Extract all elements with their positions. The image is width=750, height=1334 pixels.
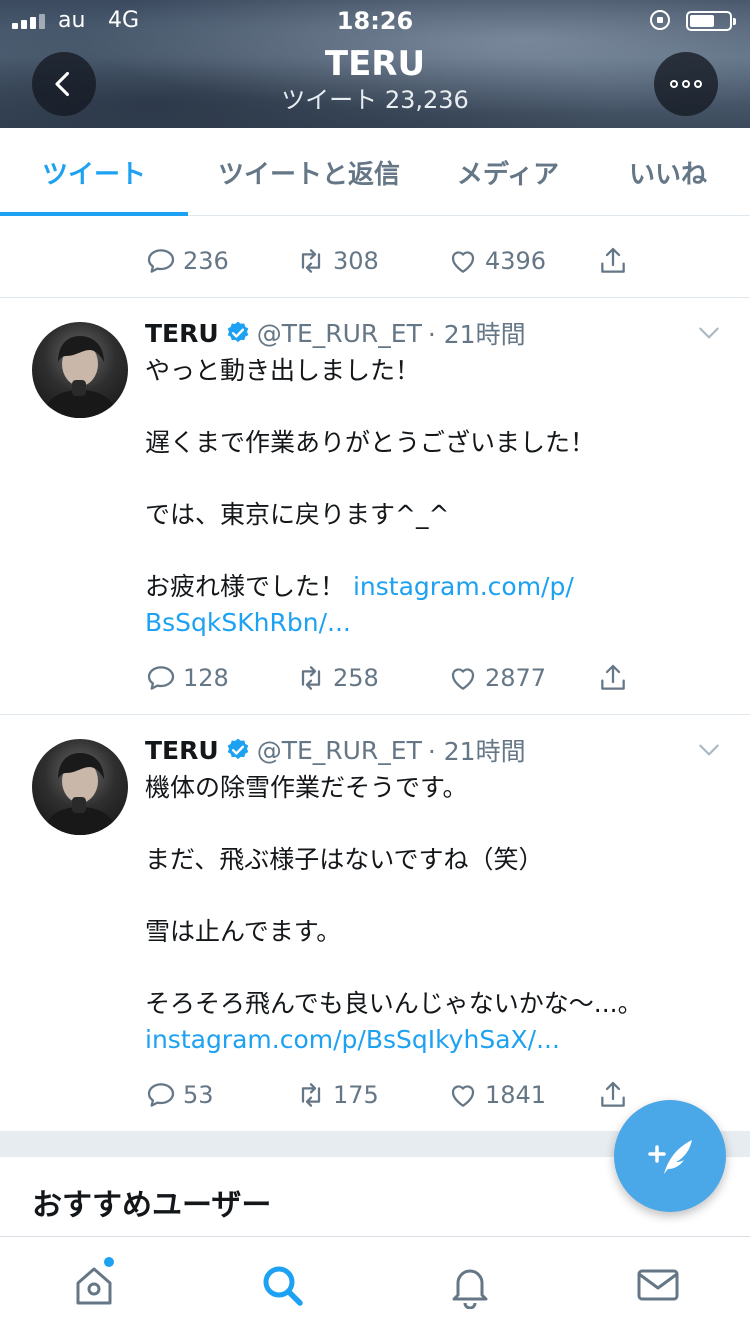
reply-icon — [147, 666, 175, 690]
bell-icon[interactable] — [446, 1261, 494, 1309]
search-icon[interactable] — [258, 1261, 306, 1309]
reply-button[interactable]: 53 — [145, 1075, 214, 1115]
retweet-count: 175 — [333, 1081, 379, 1109]
author-name[interactable]: TERU — [145, 736, 219, 765]
status-bar: au 4G 18:26 — [0, 0, 750, 40]
share-button[interactable] — [597, 1075, 635, 1115]
avatar[interactable] — [32, 739, 128, 835]
compose-tweet-button[interactable] — [614, 1100, 726, 1212]
envelope-icon[interactable] — [634, 1261, 682, 1309]
tab-media[interactable]: メディア — [430, 128, 586, 216]
avatar-image — [42, 753, 118, 835]
author-handle[interactable]: @TE_RUR_ET — [257, 736, 422, 765]
notification-dot — [104, 1257, 114, 1267]
avatar[interactable] — [32, 322, 128, 418]
verified-badge-icon — [227, 321, 248, 342]
retweet-button[interactable]: 308 — [295, 241, 379, 281]
tab-tweets-and-replies[interactable]: ツイートと返信 — [188, 128, 430, 216]
like-button[interactable]: 4396 — [447, 241, 546, 281]
tweet-actions: 236 308 4396 — [145, 241, 645, 281]
chevron-down-icon[interactable] — [696, 737, 722, 763]
share-button[interactable] — [597, 658, 635, 698]
home-icon[interactable] — [70, 1261, 118, 1309]
retweet-button[interactable]: 175 — [295, 1075, 379, 1115]
battery-icon — [686, 11, 736, 31]
heart-icon — [451, 251, 475, 273]
share-icon — [601, 1081, 625, 1107]
tweet-item[interactable]: TERU @TE_RUR_ET · 21時間 やっと動き出しました！ 遅くまで作… — [0, 298, 750, 714]
reply-count: 128 — [183, 664, 229, 692]
tweet-item[interactable]: TERU @TE_RUR_ET · 21時間 機体の除雪作業だそうです。 まだ、… — [0, 715, 750, 1131]
retweet-icon — [301, 1083, 321, 1107]
author-name[interactable]: TERU — [145, 319, 219, 348]
profile-tabs: ツイート ツイートと返信 メディア いいね — [0, 128, 750, 216]
orientation-lock-icon — [650, 10, 670, 30]
like-count: 4396 — [485, 247, 547, 275]
tweet-count: ツイート 23,236 — [281, 86, 469, 114]
status-time: 18:26 — [336, 7, 414, 35]
retweet-count: 308 — [333, 247, 379, 275]
tweet-text: 機体の除雪作業だそうです。 まだ、飛ぶ様子はないですね（笑） 雪は止んでます。 … — [145, 770, 725, 1058]
more-options-button[interactable] — [654, 52, 718, 116]
reply-count: 236 — [183, 247, 229, 275]
tweet-time: · 21時間 — [427, 320, 526, 349]
like-count: 2877 — [485, 664, 547, 692]
profile-header: au 4G 18:26 TERU ツイート 23,236 — [0, 0, 750, 128]
heart-icon — [451, 1085, 475, 1107]
tweet-header: TERU @TE_RUR_ET · 21時間 — [145, 316, 526, 350]
tweet-body: 機体の除雪作業だそうです。 まだ、飛ぶ様子はないですね（笑） 雪は止んでます。 … — [145, 773, 643, 1018]
tweet-body: やっと動き出しました！ 遅くまで作業ありがとうございました！ では、東京に戻りま… — [145, 356, 596, 601]
retweet-count: 258 — [333, 664, 379, 692]
recommended-users-heading: おすすめユーザー — [32, 1188, 272, 1223]
reply-icon — [147, 249, 175, 273]
share-icon — [601, 247, 625, 273]
verified-badge-icon — [227, 738, 248, 759]
share-button[interactable] — [597, 241, 635, 281]
bottom-tab-bar — [0, 1236, 750, 1334]
heart-icon — [451, 668, 475, 690]
reply-button[interactable]: 236 — [145, 241, 229, 281]
retweet-icon — [301, 249, 321, 273]
reply-icon — [147, 1083, 175, 1107]
compose-tweet-icon — [648, 1140, 692, 1174]
reply-button[interactable]: 128 — [145, 658, 229, 698]
share-icon — [601, 664, 625, 690]
avatar-image — [42, 336, 118, 418]
retweet-button[interactable]: 258 — [295, 658, 379, 698]
tweet-time: · 21時間 — [427, 737, 526, 766]
tweet-link[interactable]: instagram.com/p/BsSqIkyhSaX/... — [145, 1025, 560, 1054]
chevron-down-icon[interactable] — [696, 320, 722, 346]
tab-tweets[interactable]: ツイート — [0, 128, 188, 216]
tweet-actions: 53 175 1841 — [145, 1075, 645, 1115]
tab-likes[interactable]: いいね — [586, 128, 750, 216]
retweet-icon — [301, 666, 321, 690]
like-button[interactable]: 2877 — [447, 658, 546, 698]
author-handle[interactable]: @TE_RUR_ET — [257, 319, 422, 348]
like-count: 1841 — [485, 1081, 547, 1109]
more-dots-icon — [670, 80, 702, 88]
tweet-header: TERU @TE_RUR_ET · 21時間 — [145, 733, 526, 767]
tweet-text: やっと動き出しました！ 遅くまで作業ありがとうございました！ では、東京に戻りま… — [145, 353, 725, 641]
like-button[interactable]: 1841 — [447, 1075, 546, 1115]
tweet-actions: 128 258 2877 — [145, 658, 645, 698]
page-title: TERU — [324, 44, 426, 84]
reply-count: 53 — [183, 1081, 214, 1109]
